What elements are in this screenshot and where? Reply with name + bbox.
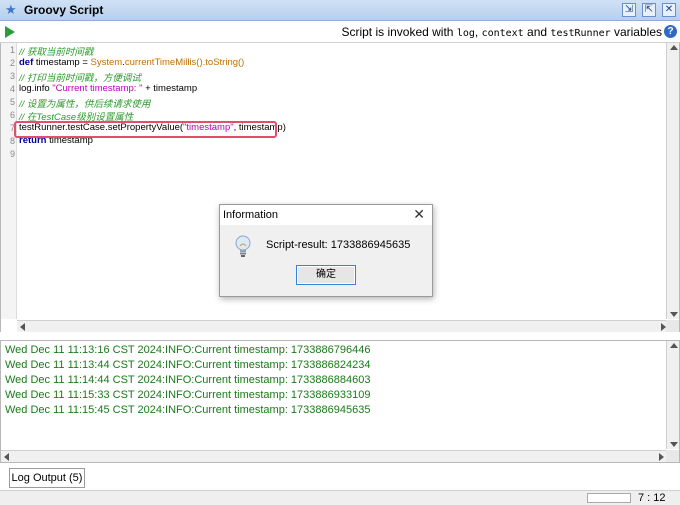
log-line: Wed Dec 11 11:15:33 CST 2024:INFO:Curren… (5, 389, 371, 401)
dialog-body: Script-result: 1733886945635 确定 (220, 225, 432, 296)
scrollbar-corner (666, 450, 679, 462)
dialog-title: Information (223, 209, 279, 221)
code-line: def timestamp = System.currentTimeMillis… (19, 57, 245, 68)
information-dialog: Information ✕ Script-result: 17338869456… (219, 204, 433, 297)
scroll-left-icon[interactable] (4, 453, 9, 461)
cursor-position: 7 : 12 (638, 492, 666, 504)
lightbulb-icon (235, 235, 251, 257)
editor-vertical-scrollbar[interactable] (666, 43, 679, 319)
line-number: 2 (9, 58, 15, 68)
highlight-box (14, 121, 277, 138)
log-output-tab[interactable]: Log Output (5) (9, 468, 85, 488)
line-number: 1 (9, 45, 15, 55)
close-icon[interactable]: ✕ (662, 3, 676, 17)
line-number: 6 (9, 110, 15, 120)
log-line: Wed Dec 11 11:15:45 CST 2024:INFO:Curren… (5, 404, 371, 416)
log-output-panel[interactable]: Wed Dec 11 11:13:16 CST 2024:INFO:Curren… (0, 340, 680, 463)
log-line: Wed Dec 11 11:13:16 CST 2024:INFO:Curren… (5, 344, 371, 356)
window-controls: ⇲ ⇱ ✕ (622, 3, 676, 17)
window-title: Groovy Script (24, 3, 104, 17)
code-line: log.info "Current timestamp: " + timesta… (19, 83, 198, 94)
star-icon: ★ (5, 2, 17, 17)
dialog-message: Script-result: 1733886945635 (266, 239, 411, 251)
close-icon[interactable]: ✕ (413, 206, 425, 222)
scroll-down-icon[interactable] (670, 442, 678, 447)
log-horizontal-scrollbar[interactable] (1, 450, 667, 462)
status-field (587, 493, 631, 503)
line-number: 7 (9, 123, 15, 133)
play-icon[interactable] (5, 26, 15, 38)
ok-button[interactable]: 确定 (296, 265, 356, 285)
line-number: 8 (9, 136, 15, 146)
help-icon[interactable]: ? (664, 25, 677, 38)
code-line: // 打印当前时间戳，方便调试 (19, 73, 141, 84)
scroll-right-icon[interactable] (659, 453, 664, 461)
maximize-icon[interactable]: ⇱ (642, 3, 656, 17)
line-number-gutter: 1 2 3 4 5 6 7 8 9 (1, 43, 17, 319)
scroll-down-icon[interactable] (670, 312, 678, 317)
line-number: 9 (9, 149, 15, 159)
script-toolbar: Script is invoked with log, context and … (0, 21, 680, 43)
line-number: 5 (9, 97, 15, 107)
log-line: Wed Dec 11 11:14:44 CST 2024:INFO:Curren… (5, 374, 371, 386)
code-line: // 获取当前时间戳 (19, 47, 94, 58)
scroll-up-icon[interactable] (670, 343, 678, 348)
scroll-left-icon[interactable] (20, 323, 25, 331)
line-number: 3 (9, 71, 15, 81)
code-line: // 设置为属性，供后续请求使用 (19, 99, 151, 110)
window-titlebar: ★ Groovy Script ⇲ ⇱ ✕ (0, 0, 680, 21)
log-line: Wed Dec 11 11:13:44 CST 2024:INFO:Curren… (5, 359, 371, 371)
invoke-info: Script is invoked with log, context and … (341, 25, 662, 39)
log-vertical-scrollbar[interactable] (666, 341, 679, 449)
editor-horizontal-scrollbar[interactable] (17, 320, 669, 332)
status-bar: 7 : 12 (0, 490, 680, 505)
scrollbar-corner (666, 320, 679, 332)
scroll-up-icon[interactable] (670, 45, 678, 50)
detach-icon[interactable]: ⇲ (622, 3, 636, 17)
line-number: 4 (9, 84, 15, 94)
